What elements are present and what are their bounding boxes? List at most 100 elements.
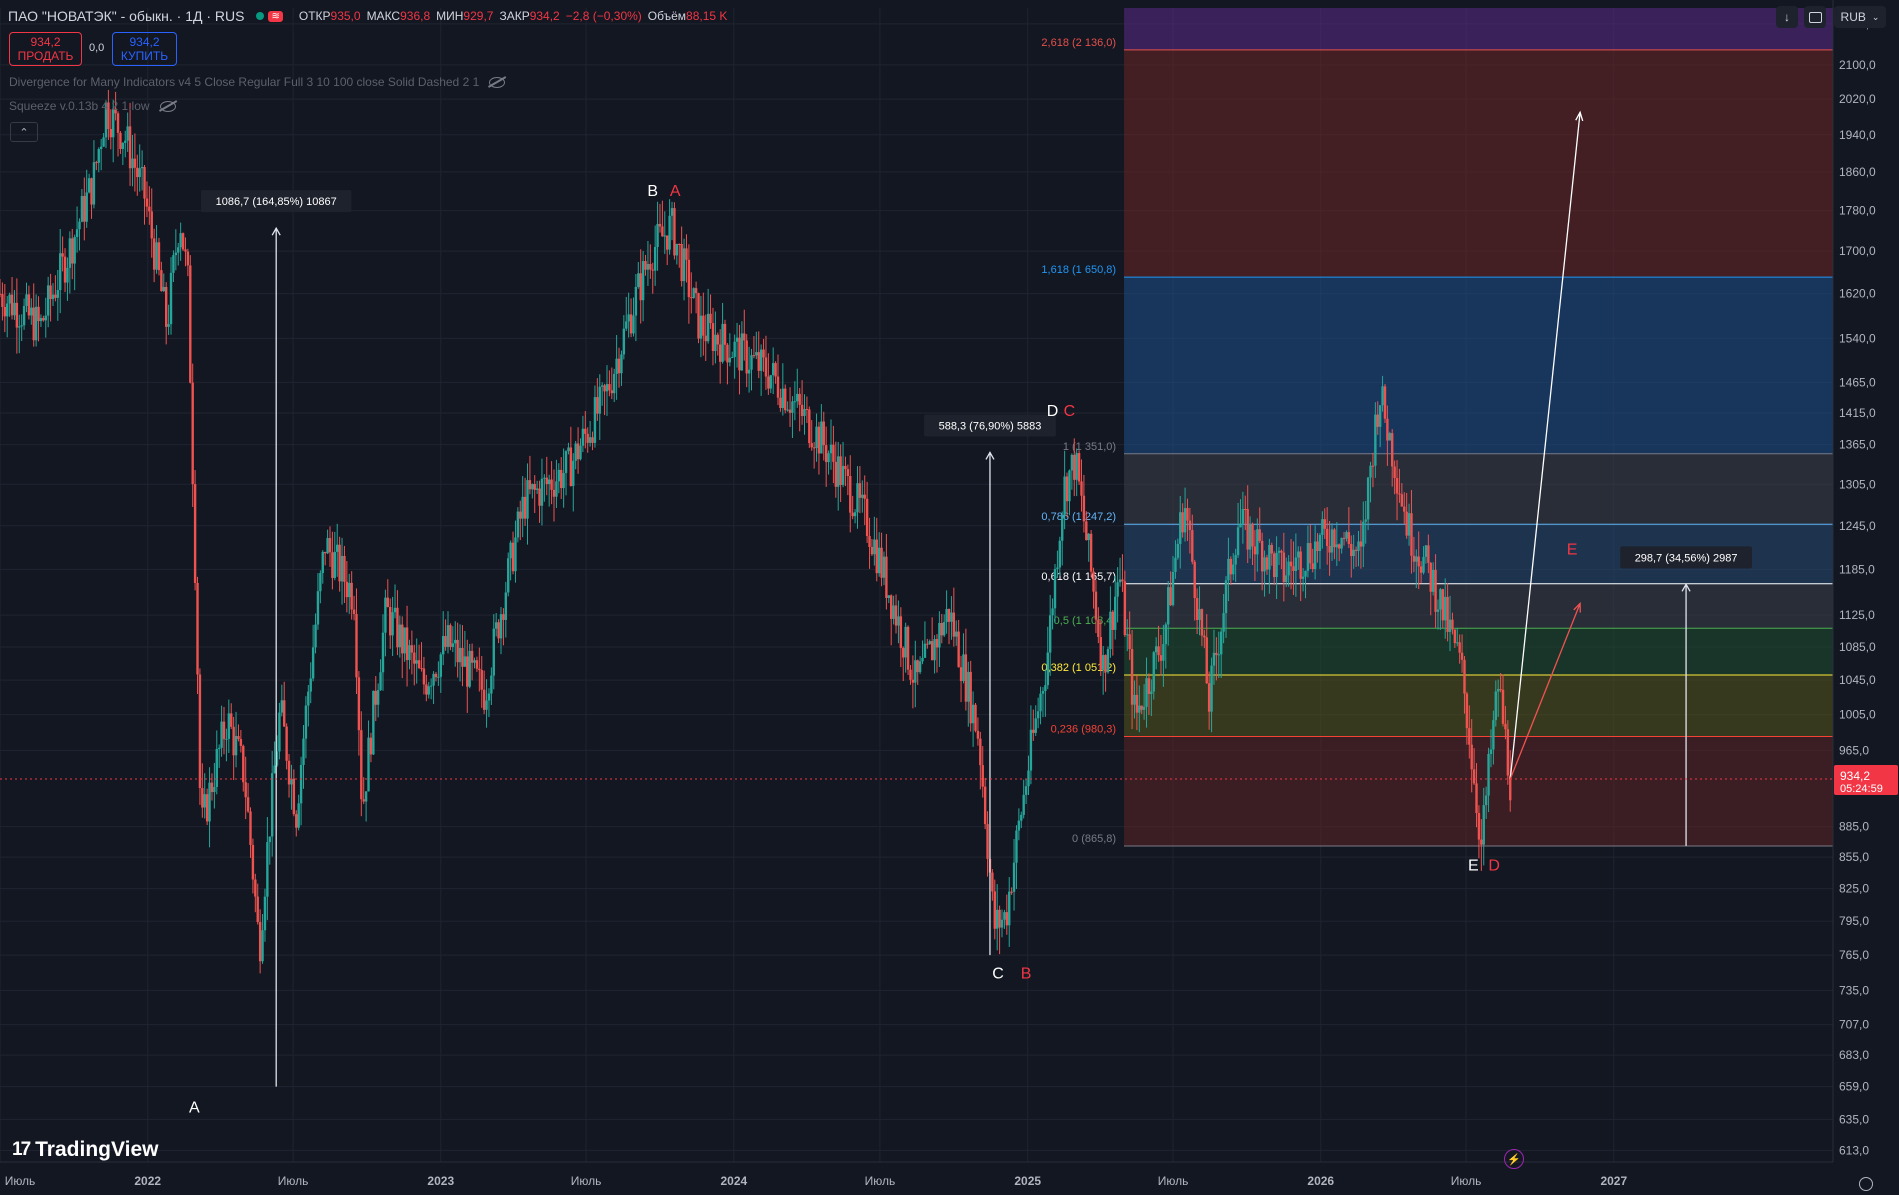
candle-body: [1451, 619, 1454, 630]
fib-zone: [1124, 49, 1833, 278]
settings-icon[interactable]: [1859, 1177, 1873, 1191]
candle-body: [429, 685, 433, 687]
lightning-icon[interactable]: ⚡: [1504, 1149, 1524, 1169]
candle-body: [87, 178, 91, 193]
candle-body: [1371, 465, 1375, 467]
candle-body: [449, 625, 452, 647]
fib-level-label: 0,786 (1 247,2): [1041, 511, 1116, 523]
time-axis[interactable]: Июль 2022 Июль 2023 Июль 2024 Июль 2025 Июль 2026…: [0, 1161, 1833, 1188]
candle-body: [581, 428, 585, 446]
candle-body: [1082, 495, 1086, 522]
price-tick-label: 1780,0: [1839, 204, 1876, 218]
candle-body: [1270, 544, 1273, 554]
candle-body: [215, 748, 218, 787]
candle-body: [367, 737, 370, 792]
download-icon[interactable]: ↓: [1776, 6, 1798, 28]
candle-body: [983, 786, 987, 825]
price-chart[interactable]: 2,618 (2 136,0) 1,618 (1 650,8) 1 (1 351,0…: [0, 0, 1899, 1195]
candle-body: [97, 149, 100, 163]
candle-body: [865, 498, 869, 537]
candle-body: [690, 297, 693, 299]
candle-body: [1145, 678, 1148, 707]
candle-body: [697, 293, 700, 339]
price-tick-label: 1245,0: [1839, 519, 1876, 533]
candle-body: [538, 488, 541, 506]
candle-body: [615, 358, 618, 374]
hidden-eye-icon[interactable]: [159, 100, 176, 112]
candle-body: [685, 248, 688, 260]
hidden-eye-icon[interactable]: [489, 76, 506, 88]
candle-body: [331, 552, 334, 578]
candle-body: [1097, 619, 1100, 638]
candle-body: [1008, 891, 1011, 926]
candle-body: [1118, 579, 1122, 583]
candle-body: [1453, 629, 1457, 644]
candle-body: [902, 647, 905, 658]
price-tick-label: 1005,0: [1839, 708, 1876, 722]
collapse-indicators-button[interactable]: ⌃: [10, 122, 38, 142]
candle-body: [567, 447, 570, 452]
candle-body: [68, 238, 72, 268]
candle-body: [1068, 470, 1071, 502]
candle-body: [119, 132, 122, 149]
candle-body: [718, 344, 722, 362]
candle-body: [629, 314, 633, 334]
candle-body: [311, 647, 315, 679]
candle-body: [545, 477, 548, 485]
candle-body: [940, 622, 943, 636]
candle-body: [540, 478, 544, 506]
candle-body: [600, 385, 604, 387]
candle-body: [314, 624, 317, 648]
sell-button[interactable]: 934,2 ПРОДАТЬ: [9, 32, 82, 66]
indicator-squeeze[interactable]: Squeeze v.0.13b 4 2 1.low: [9, 99, 176, 113]
candle-body: [124, 140, 127, 143]
candle-body: [560, 469, 563, 489]
candle-body: [1335, 544, 1339, 548]
candle-body: [220, 721, 223, 748]
candle-body: [1123, 581, 1127, 636]
candle-body: [511, 542, 515, 572]
candle-body: [1186, 508, 1189, 521]
price-tick-label: 2020,0: [1839, 92, 1876, 106]
candle-body: [1089, 533, 1093, 572]
candle-body: [955, 631, 958, 637]
candle-body: [504, 592, 508, 620]
candle-body: [1487, 753, 1490, 796]
buy-button[interactable]: 934,2 КУПИТЬ: [112, 32, 177, 66]
price-tick-label: 1540,0: [1839, 331, 1876, 345]
candle-body: [1207, 683, 1211, 712]
fib-zone: [1124, 277, 1833, 454]
snapshot-icon[interactable]: [1804, 6, 1826, 28]
candle-body: [1277, 550, 1281, 553]
candle-body: [610, 390, 614, 394]
candle-body: [755, 352, 758, 356]
candle-body: [733, 341, 736, 358]
candle-body: [116, 113, 120, 133]
candle-body: [244, 782, 247, 798]
time-tick-label: Июль: [1158, 1174, 1189, 1188]
time-tick-label: 2026: [1307, 1174, 1334, 1188]
candle-body: [321, 551, 324, 574]
candle-body: [1496, 689, 1500, 692]
price-axis[interactable]: 2200,02100,02020,01940,01860,01780,01700…: [1832, 0, 1898, 1162]
time-tick-label: Июль: [865, 1174, 896, 1188]
candle-body: [796, 393, 799, 402]
candle-body: [487, 693, 491, 701]
spread-value: 0,0: [89, 42, 105, 54]
candle-body: [1465, 693, 1469, 729]
candle-body: [186, 251, 190, 266]
candle-body: [1215, 652, 1218, 656]
candle-body: [473, 660, 476, 663]
candle-body: [1128, 634, 1131, 649]
currency-select[interactable]: RUB ⌄: [1834, 6, 1886, 28]
candle-body: [384, 597, 387, 633]
indicator-divergence[interactable]: Divergence for Many Indicators v4 5 Clos…: [9, 75, 506, 89]
symbol-title[interactable]: ПАО "НОВАТЭК" - обыкн. · 1Д · RUS: [8, 8, 244, 24]
candle-body: [304, 705, 308, 739]
candle-body: [66, 267, 69, 283]
price-tick-label: 659,0: [1839, 1080, 1869, 1094]
candle-body: [287, 760, 291, 785]
candle-body: [1287, 561, 1290, 576]
candle-body: [979, 738, 982, 766]
candle-body: [381, 632, 385, 673]
